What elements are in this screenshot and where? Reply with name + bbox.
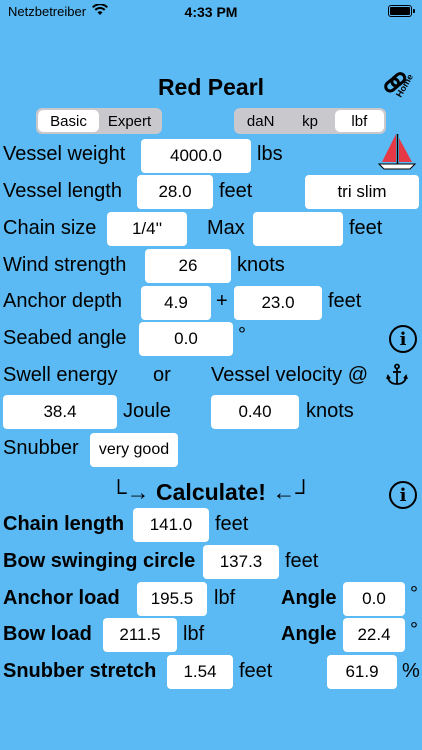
vessel-weight-label: Vessel weight — [3, 143, 126, 165]
tab-basic[interactable]: Basic — [38, 110, 99, 132]
info-icon[interactable]: i — [389, 481, 417, 509]
anchor-angle-label: Angle — [281, 587, 337, 609]
swell-energy-label: Swell energy — [3, 364, 118, 386]
snubber-stretch-value: 1.54 — [167, 655, 233, 689]
vessel-velocity-label: Vessel velocity @ — [211, 364, 369, 386]
mode-segmented-control[interactable]: Basic Expert — [36, 108, 162, 134]
vessel-length-label: Vessel length — [3, 180, 122, 202]
chain-size-field[interactable]: 1/4'' — [107, 212, 187, 246]
snubber-selector[interactable]: very good — [90, 433, 178, 467]
chain-length-value: 141.0 — [133, 508, 209, 542]
tab-expert[interactable]: Expert — [99, 110, 160, 132]
hull-type-selector[interactable]: tri slim — [305, 175, 419, 209]
sailboat-icon[interactable] — [377, 132, 417, 177]
chain-size-label: Chain size — [3, 217, 97, 239]
calc-right-arrow: ←┘ — [272, 479, 312, 505]
snubber-stretch-unit: feet — [239, 660, 273, 682]
calc-left-arrow: └→ — [110, 479, 150, 505]
vessel-weight-field[interactable]: 4000.0 — [141, 139, 251, 173]
anchor-icon — [386, 363, 408, 392]
anchor-depth-field[interactable]: 4.9 — [141, 286, 211, 320]
anchor-depth-extra-field[interactable]: 23.0 — [234, 286, 322, 320]
home-link-icon[interactable]: Home — [380, 70, 416, 106]
max-chain-field[interactable] — [253, 212, 343, 246]
calculate-label: Calculate! — [156, 479, 266, 505]
tab-kp[interactable]: kp — [285, 110, 334, 132]
snubber-stretch-label: Snubber stretch — [3, 660, 157, 682]
bow-circle-unit: feet — [285, 550, 319, 572]
bow-load-value: 211.5 — [103, 618, 177, 652]
vessel-length-field[interactable]: 28.0 — [137, 175, 213, 209]
info-icon[interactable]: i — [389, 325, 417, 353]
bow-angle-label: Angle — [281, 623, 337, 645]
bow-angle-value: 22.4 — [343, 618, 405, 652]
unit-segmented-control[interactable]: daN kp lbf — [234, 108, 386, 134]
vessel-velocity-field[interactable]: 0.40 — [211, 395, 299, 429]
wind-strength-unit: knots — [237, 254, 285, 276]
max-chain-unit: feet — [349, 217, 383, 239]
wind-strength-label: Wind strength — [3, 254, 127, 276]
tab-lbf[interactable]: lbf — [334, 110, 384, 132]
vessel-velocity-unit: knots — [306, 400, 354, 422]
seabed-angle-field[interactable]: 0.0 — [139, 322, 233, 356]
bow-circle-value: 137.3 — [203, 545, 279, 579]
seabed-angle-label: Seabed angle — [3, 327, 127, 349]
calculate-button[interactable]: └→ Calculate! ←┘ — [0, 479, 422, 506]
bow-circle-label: Bow swinging circle — [3, 550, 196, 572]
anchor-load-value: 195.5 — [137, 582, 207, 616]
anchor-depth-label: Anchor depth — [3, 290, 122, 312]
anchor-load-unit: lbf — [214, 587, 236, 609]
tab-dan[interactable]: daN — [236, 110, 285, 132]
status-bar: Netzbetreiber 4:33 PM — [0, 0, 422, 24]
chain-length-label: Chain length — [3, 513, 125, 535]
chain-length-unit: feet — [215, 513, 249, 535]
bow-load-unit: lbf — [183, 623, 205, 645]
anchor-load-label: Anchor load — [3, 587, 120, 609]
anchor-angle-unit: ° — [410, 583, 418, 605]
or-label: or — [153, 364, 171, 386]
bow-load-label: Bow load — [3, 623, 92, 645]
swell-energy-field[interactable]: 38.4 — [3, 395, 117, 429]
vessel-weight-unit: lbs — [257, 143, 283, 165]
seabed-angle-unit: ° — [238, 324, 246, 346]
wind-strength-field[interactable]: 26 — [145, 249, 231, 283]
swell-energy-unit: Joule — [123, 400, 171, 422]
anchor-angle-value: 0.0 — [343, 582, 405, 616]
plus-label: + — [216, 290, 228, 312]
anchor-depth-unit: feet — [328, 290, 362, 312]
snubber-stretch-percent: 61.9 — [327, 655, 397, 689]
snubber-percent-unit: % — [402, 660, 420, 682]
vessel-length-unit: feet — [219, 180, 253, 202]
max-label: Max — [207, 217, 245, 239]
page-title: Red Pearl — [157, 74, 265, 100]
clock: 4:33 PM — [184, 4, 238, 20]
snubber-label: Snubber — [3, 437, 79, 459]
bow-angle-unit: ° — [410, 619, 418, 641]
battery-icon — [388, 5, 415, 17]
